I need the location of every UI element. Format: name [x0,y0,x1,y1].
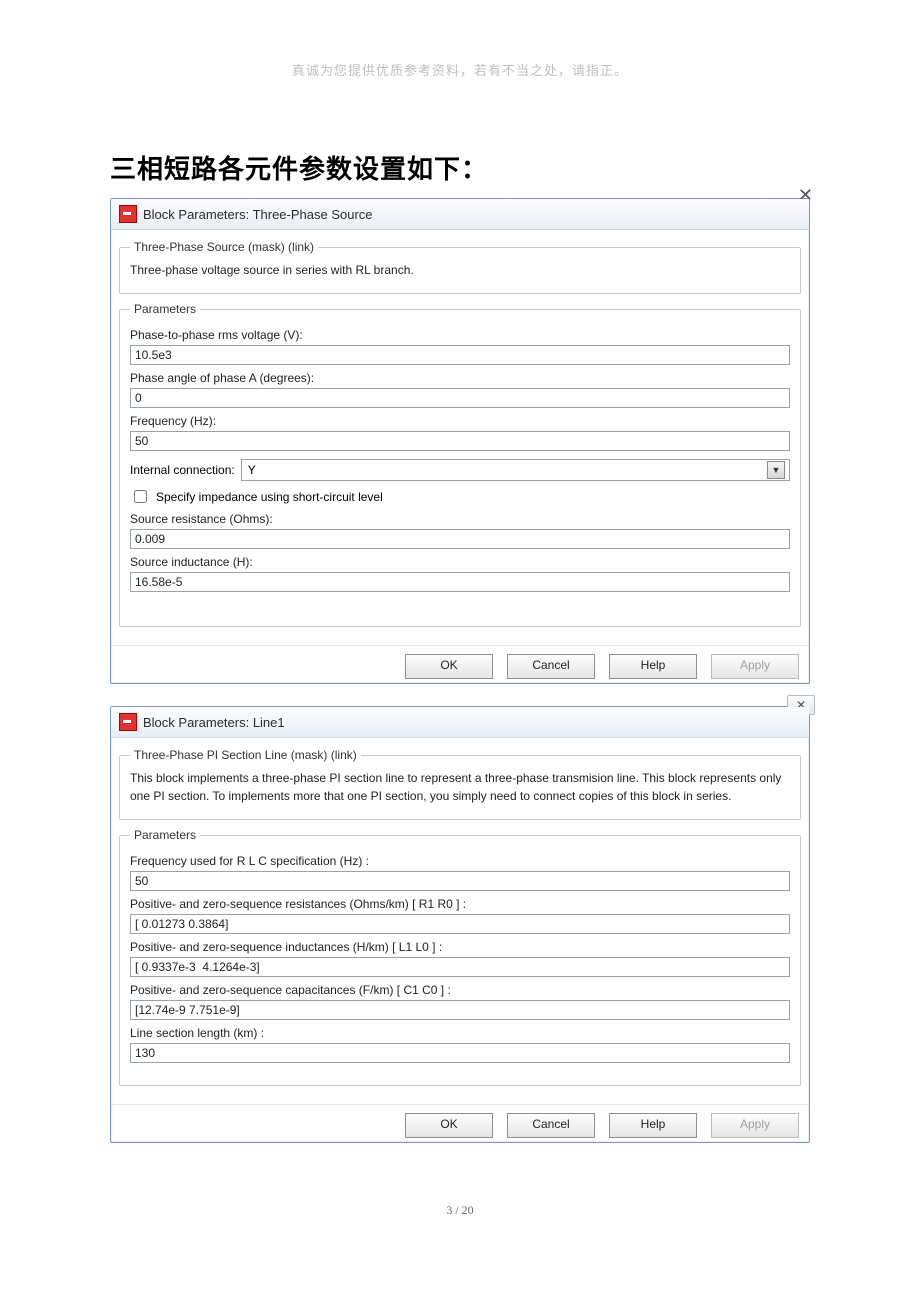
sequence-capacitances-label: Positive- and zero-sequence capacitances… [130,983,790,997]
page-footer: 3 / 20 [110,1203,810,1218]
mask-description: Three-phase voltage source in series wit… [130,262,790,279]
titlebar: Block Parameters: Line1 [111,707,809,738]
mask-group: Three-Phase Source (mask) (link) Three-p… [119,240,801,294]
mask-legend: Three-Phase Source (mask) (link) [130,240,318,254]
rlc-frequency-label: Frequency used for R L C specification (… [130,854,790,868]
sequence-resistances-input[interactable] [130,914,790,934]
internal-connection-select[interactable]: Y ▼ [241,459,790,481]
internal-connection-value: Y [248,463,256,477]
dialog-line1: ✕ Block Parameters: Line1 Three-Phase PI… [110,706,810,1143]
sequence-resistances-label: Positive- and zero-sequence resistances … [130,897,790,911]
sequence-inductances-label: Positive- and zero-sequence inductances … [130,940,790,954]
help-button[interactable]: Help [609,654,697,679]
specify-impedance-label: Specify impedance using short-circuit le… [156,490,383,504]
cancel-button[interactable]: Cancel [507,1113,595,1138]
rms-voltage-label: Phase-to-phase rms voltage (V): [130,328,790,342]
source-inductance-input[interactable] [130,572,790,592]
mask-legend: Three-Phase PI Section Line (mask) (link… [130,748,361,762]
sequence-capacitances-input[interactable] [130,1000,790,1020]
button-bar: OK Cancel Help Apply [111,645,809,683]
parameters-legend: Parameters [130,302,200,316]
phase-angle-label: Phase angle of phase A (degrees): [130,371,790,385]
apply-button[interactable]: Apply [711,654,799,679]
parameters-group: Parameters Frequency used for R L C spec… [119,828,801,1086]
page-heading: 三相短路各元件参数设置如下： [110,149,810,186]
app-icon [119,205,137,223]
parameters-legend: Parameters [130,828,200,842]
parameters-group: Parameters Phase-to-phase rms voltage (V… [119,302,801,627]
phase-angle-input[interactable] [130,388,790,408]
rms-voltage-input[interactable] [130,345,790,365]
line-length-input[interactable] [130,1043,790,1063]
ok-button[interactable]: OK [405,1113,493,1138]
mask-description: This block implements a three-phase PI s… [130,770,790,805]
page-top-note: 真诚为您提供优质参考资料，若有不当之处，请指正。 [110,60,810,79]
help-button[interactable]: Help [609,1113,697,1138]
source-resistance-input[interactable] [130,529,790,549]
dialog-three-phase-source: ✕ Block Parameters: Three-Phase Source T… [110,198,810,684]
frequency-label: Frequency (Hz): [130,414,790,428]
line-length-label: Line section length (km) : [130,1026,790,1040]
titlebar: Block Parameters: Three-Phase Source [111,199,809,230]
sequence-inductances-input[interactable] [130,957,790,977]
button-bar: OK Cancel Help Apply [111,1104,809,1142]
rlc-frequency-input[interactable] [130,871,790,891]
app-icon [119,713,137,731]
dialog-title: Block Parameters: Line1 [143,715,285,730]
cancel-button[interactable]: Cancel [507,654,595,679]
mask-group: Three-Phase PI Section Line (mask) (link… [119,748,801,820]
source-resistance-label: Source resistance (Ohms): [130,512,790,526]
apply-button[interactable]: Apply [711,1113,799,1138]
frequency-input[interactable] [130,431,790,451]
specify-impedance-checkbox[interactable] [134,490,147,503]
chevron-down-icon: ▼ [767,461,785,479]
dialog-title: Block Parameters: Three-Phase Source [143,207,373,222]
internal-connection-label: Internal connection: [130,463,235,477]
ok-button[interactable]: OK [405,654,493,679]
source-inductance-label: Source inductance (H): [130,555,790,569]
